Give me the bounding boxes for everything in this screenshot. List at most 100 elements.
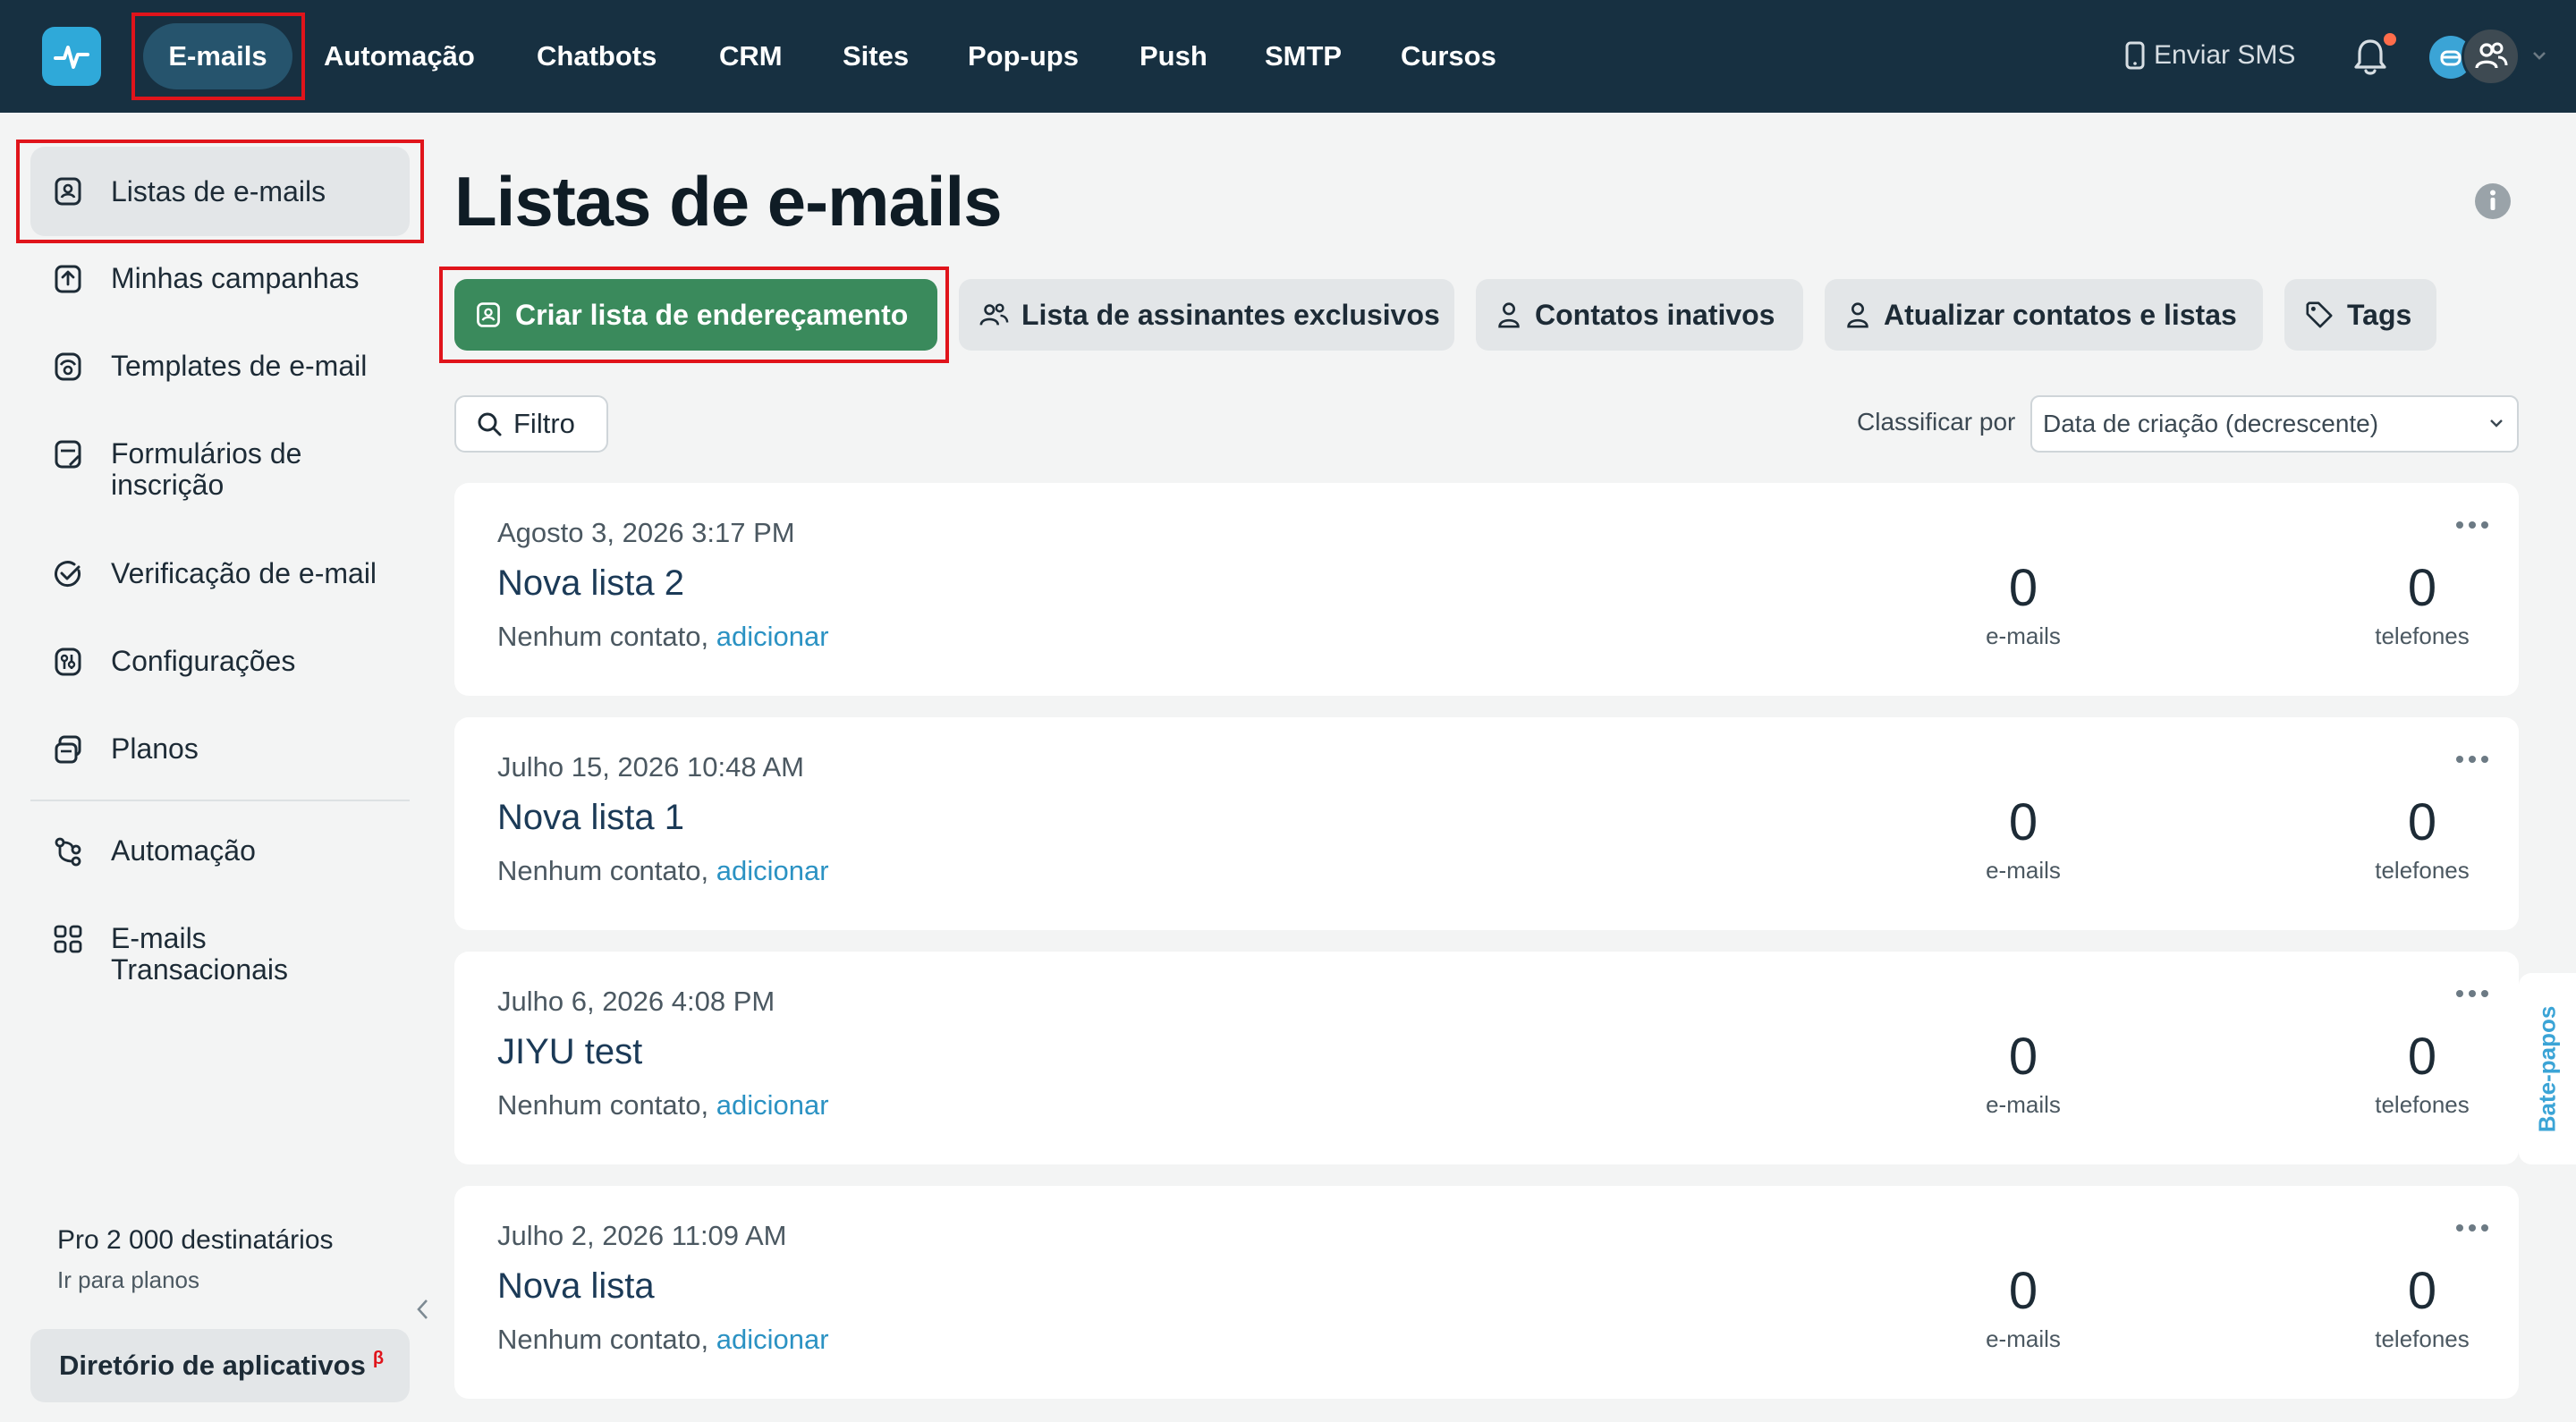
more-options-icon[interactable]: [2454, 753, 2490, 766]
plans-link[interactable]: Ir para planos: [57, 1266, 199, 1294]
sidebar-item-label: Automação: [111, 834, 256, 867]
add-contacts-link[interactable]: adicionar: [716, 1089, 829, 1121]
sidebar-item-transactional[interactable]: E-mails Transacionais: [30, 923, 410, 986]
top-navigation-bar: E-mails Automação Chatbots CRM Sites Pop…: [0, 0, 2576, 113]
tags-button[interactable]: Tags: [2284, 279, 2436, 351]
nav-item-automacao[interactable]: Automação: [324, 18, 475, 95]
exclusive-subscribers-label: Lista de assinantes exclusivos: [1021, 298, 1440, 331]
list-name[interactable]: JIYU test: [497, 1032, 642, 1072]
users-avatar-icon[interactable]: [2462, 27, 2521, 86]
sidebar-item-signup-forms[interactable]: Formulários de inscrição: [30, 438, 410, 501]
list-card[interactable]: Agosto 3, 2026 3:17 PM Nova lista 2 Nenh…: [454, 483, 2519, 696]
phones-count-label: telefones: [2375, 622, 2470, 649]
add-contacts-link[interactable]: adicionar: [716, 1324, 829, 1355]
add-contacts-link[interactable]: adicionar: [716, 855, 829, 886]
template-icon: [55, 352, 81, 381]
sidebar-item-settings[interactable]: Configurações: [30, 646, 410, 678]
sidebar-item-label: Templates de e-mail: [111, 350, 368, 382]
app-directory-button[interactable]: Diretório de aplicativos β: [30, 1329, 410, 1402]
sidebar-item-campaigns[interactable]: Minhas campanhas: [30, 263, 410, 295]
send-sms-link[interactable]: Enviar SMS: [2125, 34, 2295, 77]
list-card[interactable]: Julho 15, 2026 10:48 AM Nova lista 1 Nen…: [454, 717, 2519, 930]
list-name[interactable]: Nova lista 2: [497, 563, 684, 604]
user-icon: [1847, 302, 1868, 328]
emails-count-label: e-mails: [1986, 1091, 2061, 1118]
more-options-icon[interactable]: [2454, 1222, 2490, 1234]
tags-label: Tags: [2347, 298, 2412, 331]
emails-count-value: 0: [2008, 1028, 2038, 1086]
sidebar-item-email-verification[interactable]: Verificação de e-mail: [30, 558, 410, 590]
app-directory-label: Diretório de aplicativos: [59, 1350, 366, 1381]
sidebar-item-automation[interactable]: Automação: [30, 835, 410, 868]
nav-item-popups[interactable]: Pop-ups: [968, 18, 1079, 95]
list-name[interactable]: Nova lista: [497, 1266, 655, 1307]
campaign-icon: [55, 265, 81, 293]
logo-icon[interactable]: [42, 27, 101, 86]
list-date: Agosto 3, 2026 3:17 PM: [497, 517, 795, 548]
exclusive-subscribers-button[interactable]: Lista de assinantes exclusivos: [959, 279, 1454, 351]
list-card[interactable]: Julho 6, 2026 4:08 PM JIYU test Nenhum c…: [454, 952, 2519, 1164]
chevron-down-icon: [2490, 419, 2503, 427]
sidebar-item-label: Planos: [111, 732, 199, 765]
emails-count: 0 e-mails: [1934, 560, 2113, 650]
sidebar-item-label: Verificação de e-mail: [111, 557, 377, 589]
nav-item-chatbots[interactable]: Chatbots: [537, 18, 657, 95]
phones-count: 0 telefones: [2333, 1028, 2512, 1119]
list-status-text: Nenhum contato,: [497, 855, 709, 886]
list-card[interactable]: Julho 2, 2026 11:09 AM Nova lista Nenhum…: [454, 1186, 2519, 1399]
chats-tab[interactable]: Bate-papos: [2519, 973, 2576, 1164]
list-date: Julho 2, 2026 11:09 AM: [497, 1220, 787, 1251]
phones-count-value: 0: [2407, 1028, 2437, 1086]
plans-icon: [55, 735, 81, 764]
sidebar-item-plans[interactable]: Planos: [30, 733, 410, 766]
create-list-button[interactable]: Criar lista de endereçamento: [454, 279, 937, 351]
collapse-sidebar-icon[interactable]: [413, 1295, 433, 1324]
nav-item-smtp[interactable]: SMTP: [1265, 18, 1342, 95]
list-date: Julho 6, 2026 4:08 PM: [497, 986, 775, 1017]
phones-count: 0 telefones: [2333, 1263, 2512, 1353]
update-contacts-button[interactable]: Atualizar contatos e listas: [1825, 279, 2263, 351]
inactive-contacts-button[interactable]: Contatos inativos: [1476, 279, 1803, 351]
nav-item-cursos[interactable]: Cursos: [1401, 18, 1496, 95]
nav-item-crm[interactable]: CRM: [719, 18, 783, 95]
phones-count-label: telefones: [2375, 1325, 2470, 1352]
sidebar-item-label: Minhas campanhas: [111, 262, 360, 294]
phone-icon: [2125, 41, 2145, 70]
page-title: Listas de e-mails: [454, 162, 1003, 241]
phones-count: 0 telefones: [2333, 560, 2512, 650]
sidebar-item-email-lists[interactable]: Listas de e-mails: [30, 147, 410, 236]
nav-item-emails[interactable]: E-mails: [143, 23, 292, 89]
nav-item-label: E-mails: [168, 40, 267, 72]
phones-count-value: 0: [2407, 793, 2437, 851]
list-status: Nenhum contato, adicionar: [497, 855, 829, 887]
sort-select[interactable]: Data de criação (decrescente): [2030, 395, 2519, 453]
sort-label: Classificar por: [1857, 408, 2016, 436]
contact-book-icon: [477, 302, 500, 327]
emails-count: 0 e-mails: [1934, 1263, 2113, 1353]
nav-item-push[interactable]: Push: [1140, 18, 1208, 95]
sidebar-item-templates[interactable]: Templates de e-mail: [30, 351, 410, 383]
sidebar-item-label: Formulários de inscrição: [111, 437, 302, 501]
list-status: Nenhum contato, adicionar: [497, 1089, 829, 1122]
sort-value: Data de criação (decrescente): [2043, 410, 2379, 437]
list-date: Julho 15, 2026 10:48 AM: [497, 751, 804, 783]
emails-count-value: 0: [2008, 1262, 2038, 1320]
filter-button[interactable]: Filtro: [454, 395, 608, 453]
phones-count-value: 0: [2407, 559, 2437, 617]
list-status-text: Nenhum contato,: [497, 1324, 709, 1355]
list-status: Nenhum contato, adicionar: [497, 621, 829, 653]
phones-count: 0 telefones: [2333, 794, 2512, 885]
emails-count-label: e-mails: [1986, 622, 2061, 649]
list-name[interactable]: Nova lista 1: [497, 798, 684, 838]
more-options-icon[interactable]: [2454, 519, 2490, 531]
info-icon[interactable]: [2474, 182, 2512, 220]
emails-count: 0 e-mails: [1934, 1028, 2113, 1119]
nav-item-sites[interactable]: Sites: [843, 18, 909, 95]
more-options-icon[interactable]: [2454, 987, 2490, 1000]
plan-title: Pro 2 000 destinatários: [57, 1225, 334, 1255]
list-status-text: Nenhum contato,: [497, 621, 709, 652]
chevron-down-icon[interactable]: [2531, 49, 2547, 62]
emails-count-value: 0: [2008, 559, 2038, 617]
add-contacts-link[interactable]: adicionar: [716, 621, 829, 652]
update-contacts-label: Atualizar contatos e listas: [1884, 298, 2237, 331]
